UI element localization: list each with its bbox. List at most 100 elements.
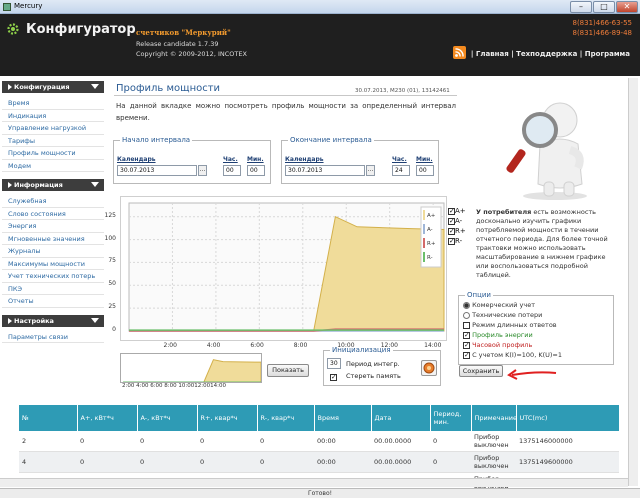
table-header-cell[interactable]: R-, квар*ч [257,405,315,431]
sidebar-item[interactable]: Максимумы мощности [2,258,104,270]
sidebar-section-header[interactable]: Конфигурация [2,81,104,93]
option-item[interactable]: Комерческий учет [460,300,612,310]
table-row[interactable]: 4 0 0 0 0 00:00 00.00.0000 0 Прибор выключен 1375… [19,451,619,473]
checkbox-icon[interactable]: ✓ [448,217,455,225]
toggle-a-minus[interactable]: ✓A- [448,217,466,227]
sidebar-item[interactable]: Учет технических потерь [2,270,104,283]
page-description: На данной вкладке можно посмотреть профи… [116,102,456,122]
save-button[interactable]: Сохранить [459,365,503,377]
horizontal-scrollbar[interactable] [0,478,628,487]
logo-text: Конфигуратор [26,22,136,37]
table-cell: 0 [257,451,314,473]
sidebar-item[interactable]: Служебная [2,195,104,208]
end-min-input[interactable]: 00 [416,165,434,176]
minimize-button[interactable]: – [570,1,592,13]
sidebar-section-header[interactable]: Информация [2,179,104,191]
sidebar-item[interactable]: Журналы [2,245,104,258]
start-hour-input[interactable]: 00 [223,165,241,176]
table-header-cell[interactable]: Период, мин. [430,405,472,431]
table-header-cell[interactable]: A+, кВт*ч [77,405,138,431]
table-row[interactable]: 2 0 0 0 0 00:00 00.00.0000 0 Прибор выключен 1375… [19,431,619,452]
sidebar-item[interactable]: Индикация [2,110,104,122]
option-item[interactable]: ✓ Профиль энергии [460,330,612,340]
sidebar-section-header[interactable]: Настройка [2,314,104,327]
checkbox-icon[interactable]: ✓ [448,207,455,215]
sidebar-item[interactable]: Мгновенные значения [2,233,104,245]
end-hour-input[interactable]: 24 [392,165,410,176]
option-item[interactable]: ✓ С учетом K(I)=100, K(U)=1 [460,350,612,360]
erase-memory-checkbox[interactable]: ✓ [330,373,337,381]
checkbox-icon[interactable]: ✓ [448,237,455,245]
checkbox-icon[interactable]: ✓ [463,341,470,349]
sidebar-item[interactable]: Энергия [2,220,104,233]
option-item[interactable]: Режим длинных ответов [460,320,612,330]
table-header-row: № A+, кВт*ч A-, кВт*ч R+, квар*ч R-, квар*ч В… [19,405,620,431]
rss-icon[interactable] [453,46,466,59]
collapse-arrow-icon[interactable] [91,84,99,89]
options-legend: Опции [467,291,491,299]
sidebar-item[interactable]: Профиль мощности [2,147,104,160]
sidebar-item[interactable]: Время [2,97,104,110]
red-arrow-icon [507,369,557,380]
table-header-cell[interactable]: R+, квар*ч [197,405,258,431]
release-text: Release candidate 1.7.39 [136,40,219,48]
mini-chart-ticks: 2:00 4:00 6:00 8:00 10:0012:0014:00 [122,383,226,389]
legend-label: R- [427,255,433,261]
sidebar-item[interactable]: Параметры связи [2,331,104,343]
sidebar-item[interactable]: Тарифы [2,135,104,147]
sidebar-item[interactable]: Модем [2,160,104,172]
table-cell: 0 [77,451,137,473]
table-header-cell[interactable]: Время [314,405,372,431]
top-nav[interactable]: | Главная | Техподдержка | Программа [471,50,630,58]
table-cell: 0 [430,431,471,452]
init-run-button[interactable] [421,360,437,376]
table-cell: Прибор выключен [471,451,516,473]
radio-icon[interactable] [463,301,470,309]
sidebar-item[interactable]: Слово состояния [2,208,104,220]
option-item[interactable]: Технические потери [460,310,612,320]
start-date-input[interactable]: 30.07.2013 [117,165,197,176]
checkbox-icon[interactable]: ✓ [463,331,470,339]
overview-mini-chart[interactable] [120,353,262,383]
collapse-arrow-icon[interactable] [91,182,99,187]
checkbox-icon[interactable]: ✓ [463,351,470,359]
window-titlebar: Mercury – □ ✕ [0,0,640,14]
table-cell: 0 [257,431,314,452]
collapse-arrow-icon[interactable] [91,317,99,323]
logo-subtitle: счетчиков "Меркурий" [136,28,231,37]
y-axis: 0 25 50 75 100 125 [100,196,118,341]
period-input[interactable]: 30 [327,358,341,369]
radio-icon[interactable] [463,311,470,319]
checkbox-icon[interactable]: ✓ [448,227,455,235]
toggle-r-minus[interactable]: ✓R- [448,237,466,247]
toggle-r-plus[interactable]: ✓R+ [448,227,466,237]
table-cell: 0 [137,431,197,452]
end-date-input[interactable]: 30.07.2013 [285,165,365,176]
table-header-cell[interactable]: № [19,405,78,431]
start-date-picker-button[interactable]: ... [198,165,207,176]
start-min-input[interactable]: 00 [247,165,265,176]
close-button[interactable]: ✕ [616,1,638,13]
end-hour-label: Час. [392,156,407,163]
sidebar-item[interactable]: Управление нагрузкой [2,122,104,135]
toggle-a-plus[interactable]: ✓A+ [448,207,466,217]
table-header-cell[interactable]: Примечание [471,405,517,431]
checkbox-icon[interactable] [463,321,470,329]
show-button[interactable]: Показать [267,364,309,377]
sidebar-item[interactable]: Отчеты [2,295,104,308]
table-header-cell[interactable]: UTC(mc) [516,405,620,431]
sidebar-item[interactable]: ПКЭ [2,283,104,295]
y-tick-label: 100 [104,234,116,242]
x-tick-label: 2:00 [163,342,177,349]
phone-2: 8(831)466-89-48 [572,29,632,37]
end-calendar-label: Календарь [285,156,324,163]
maximize-button[interactable]: □ [593,1,615,13]
option-label: Технические потери [470,311,543,319]
end-date-picker-button[interactable]: ... [366,165,375,176]
table-header-cell[interactable]: Дата [371,405,431,431]
table-header-cell[interactable]: A-, кВт*ч [137,405,198,431]
power-profile-chart[interactable]: A+ A- R+ R- [120,196,447,341]
vertical-scrollbar[interactable] [628,78,638,486]
option-item[interactable]: ✓ Часовой профиль [460,340,612,350]
legend-swatch [423,210,425,220]
